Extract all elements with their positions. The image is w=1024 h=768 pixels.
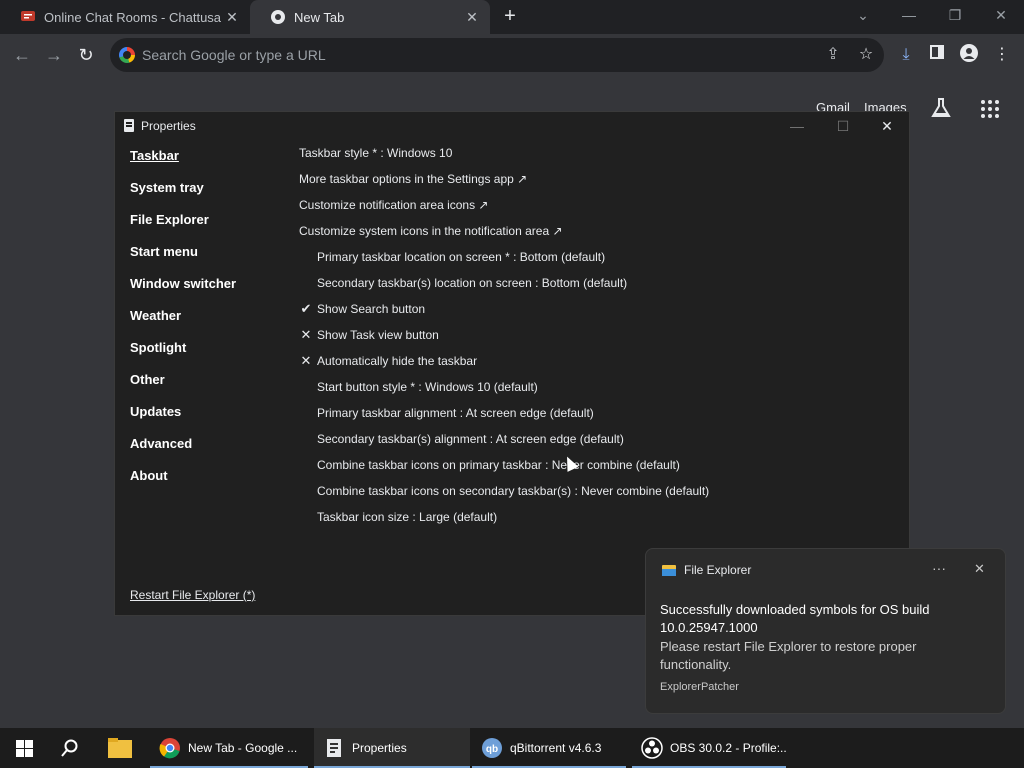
option-item[interactable]: Taskbar style * : Windows 10: [299, 146, 452, 160]
sidebar-item-spotlight[interactable]: Spotlight: [130, 340, 186, 355]
folder-icon: [108, 736, 132, 760]
taskbar-obs[interactable]: OBS 30.0.2 - Profile:...: [632, 728, 786, 768]
sidebar-item-window-switcher[interactable]: Window switcher: [130, 276, 236, 291]
new-tab-plus-icon[interactable]: +: [500, 6, 520, 26]
google-logo-icon: [119, 47, 135, 63]
toast-close-icon[interactable]: ✕: [974, 561, 985, 577]
taskbar-label: OBS 30.0.2 - Profile:...: [670, 741, 786, 755]
omnibox-input[interactable]: [142, 38, 822, 72]
properties-app-icon: [322, 736, 346, 760]
chat-favicon-icon: [20, 9, 36, 25]
notification-toast[interactable]: File Explorer ··· ✕ Successfully downloa…: [645, 548, 1006, 714]
tab-search-chevron-icon[interactable]: ⌄: [840, 0, 886, 30]
option-item[interactable]: Primary taskbar alignment : At screen ed…: [317, 406, 594, 420]
labs-flask-icon[interactable]: [930, 97, 954, 121]
taskbar-label: Properties: [352, 741, 407, 755]
share-icon[interactable]: ⇪: [822, 44, 844, 66]
sidebar-item-start-menu[interactable]: Start menu: [130, 244, 198, 259]
profile-avatar-icon[interactable]: [958, 44, 980, 66]
tab-new-tab[interactable]: New Tab ✕: [250, 0, 490, 34]
restart-file-explorer-link[interactable]: Restart File Explorer (*): [130, 588, 255, 602]
option-item[interactable]: Show Search button: [317, 302, 425, 316]
option-item[interactable]: Show Task view button: [317, 328, 439, 342]
option-item[interactable]: Automatically hide the taskbar: [317, 354, 477, 368]
reload-icon[interactable]: ↻: [75, 44, 97, 66]
sidebar-item-other[interactable]: Other: [130, 372, 165, 387]
obs-icon: [640, 736, 664, 760]
properties-app-icon: [124, 119, 134, 132]
sidebar-item-about[interactable]: About: [130, 468, 168, 483]
omnibox[interactable]: ⇪ ☆: [110, 38, 884, 72]
checkmark-icon: ✔: [300, 301, 312, 316]
more-options-icon[interactable]: ···: [932, 560, 946, 576]
back-arrow-icon[interactable]: ←: [11, 44, 33, 66]
restore-icon[interactable]: ❐: [932, 0, 978, 30]
search-icon: [58, 736, 82, 760]
apps-grid-icon[interactable]: [980, 99, 1000, 119]
sidebar-item-taskbar[interactable]: Taskbar: [130, 148, 179, 163]
taskbar-file-explorer[interactable]: [100, 728, 144, 768]
minimize-icon[interactable]: —: [787, 116, 807, 136]
close-window-icon[interactable]: ✕: [877, 116, 897, 136]
toast-message: Successfully downloaded symbols for OS b…: [660, 602, 930, 635]
sidebar-item-updates[interactable]: Updates: [130, 404, 181, 419]
svg-text:qb: qb: [486, 744, 498, 755]
bookmark-star-icon[interactable]: ☆: [855, 44, 877, 66]
sidebar-item-advanced[interactable]: Advanced: [130, 436, 192, 451]
browser-tabstrip: Online Chat Rooms - Chattusa ✕ New Tab ✕…: [0, 0, 1024, 34]
sidebar-item-weather[interactable]: Weather: [130, 308, 181, 323]
kebab-menu-icon[interactable]: ⋮: [991, 44, 1013, 66]
tab-title: Online Chat Rooms - Chattusa: [44, 9, 222, 25]
tab-title: New Tab: [294, 9, 345, 25]
sidebar-item-system-tray[interactable]: System tray: [130, 180, 204, 195]
option-item[interactable]: Combine taskbar icons on secondary taskb…: [317, 484, 709, 498]
taskbar-properties[interactable]: Properties: [314, 728, 470, 768]
file-explorer-folder-icon: [662, 565, 676, 576]
windows-taskbar: New Tab - Google ... Properties qb qBitt…: [0, 728, 1024, 768]
option-item[interactable]: Secondary taskbar(s) alignment : At scre…: [317, 432, 624, 446]
option-item[interactable]: Taskbar icon size : Large (default): [317, 510, 497, 524]
properties-window: Properties — ☐ ✕ Taskbar System tray File …: [114, 111, 910, 616]
tab-close-icon[interactable]: ✕: [462, 9, 482, 26]
option-item[interactable]: More taskbar options in the Settings app…: [299, 172, 527, 186]
cross-mark-icon: ✕: [300, 327, 312, 342]
toast-detail: Please restart File Explorer to restore …: [660, 639, 917, 672]
tab-close-icon[interactable]: ✕: [222, 9, 242, 26]
windows-logo-icon: [12, 736, 36, 760]
taskbar-label: New Tab - Google ...: [188, 741, 298, 755]
option-item[interactable]: Customize notification area icons ↗: [299, 198, 488, 212]
download-icon[interactable]: ⤓: [895, 44, 917, 66]
sidebar-item-file-explorer[interactable]: File Explorer: [130, 212, 209, 227]
taskbar-label: qBittorrent v4.6.3: [510, 741, 602, 755]
start-button[interactable]: [4, 728, 46, 768]
tab-chattusa[interactable]: Online Chat Rooms - Chattusa ✕: [0, 0, 250, 34]
taskbar-qbittorrent[interactable]: qb qBittorrent v4.6.3: [472, 728, 626, 768]
taskbar-chrome[interactable]: New Tab - Google ...: [150, 728, 308, 768]
window-title: Properties: [141, 119, 196, 133]
close-window-icon[interactable]: ✕: [978, 0, 1024, 30]
cross-mark-icon: ✕: [300, 353, 312, 368]
toast-app-name: File Explorer: [684, 563, 752, 577]
qbittorrent-icon: qb: [480, 736, 504, 760]
search-button[interactable]: [50, 728, 92, 768]
chrome-favicon-icon: [270, 9, 286, 25]
chrome-icon: [158, 736, 182, 760]
minimize-icon[interactable]: —: [886, 0, 932, 30]
toast-source: ExplorerPatcher: [660, 681, 739, 693]
browser-toolbar: ← → ↻ ⇪ ☆ ⤓ ⋮: [0, 34, 1024, 76]
side-panel-icon[interactable]: [926, 44, 948, 66]
option-item[interactable]: Primary taskbar location on screen * : B…: [317, 250, 605, 264]
maximize-icon[interactable]: ☐: [833, 116, 853, 136]
option-item[interactable]: Customize system icons in the notificati…: [299, 224, 563, 238]
forward-arrow-icon[interactable]: →: [43, 44, 65, 66]
properties-titlebar[interactable]: Properties — ☐ ✕: [115, 112, 909, 140]
option-item[interactable]: Secondary taskbar(s) location on screen …: [317, 276, 627, 290]
option-item[interactable]: Combine taskbar icons on primary taskbar…: [317, 458, 680, 472]
option-item[interactable]: Start button style * : Windows 10 (defau…: [317, 380, 538, 394]
